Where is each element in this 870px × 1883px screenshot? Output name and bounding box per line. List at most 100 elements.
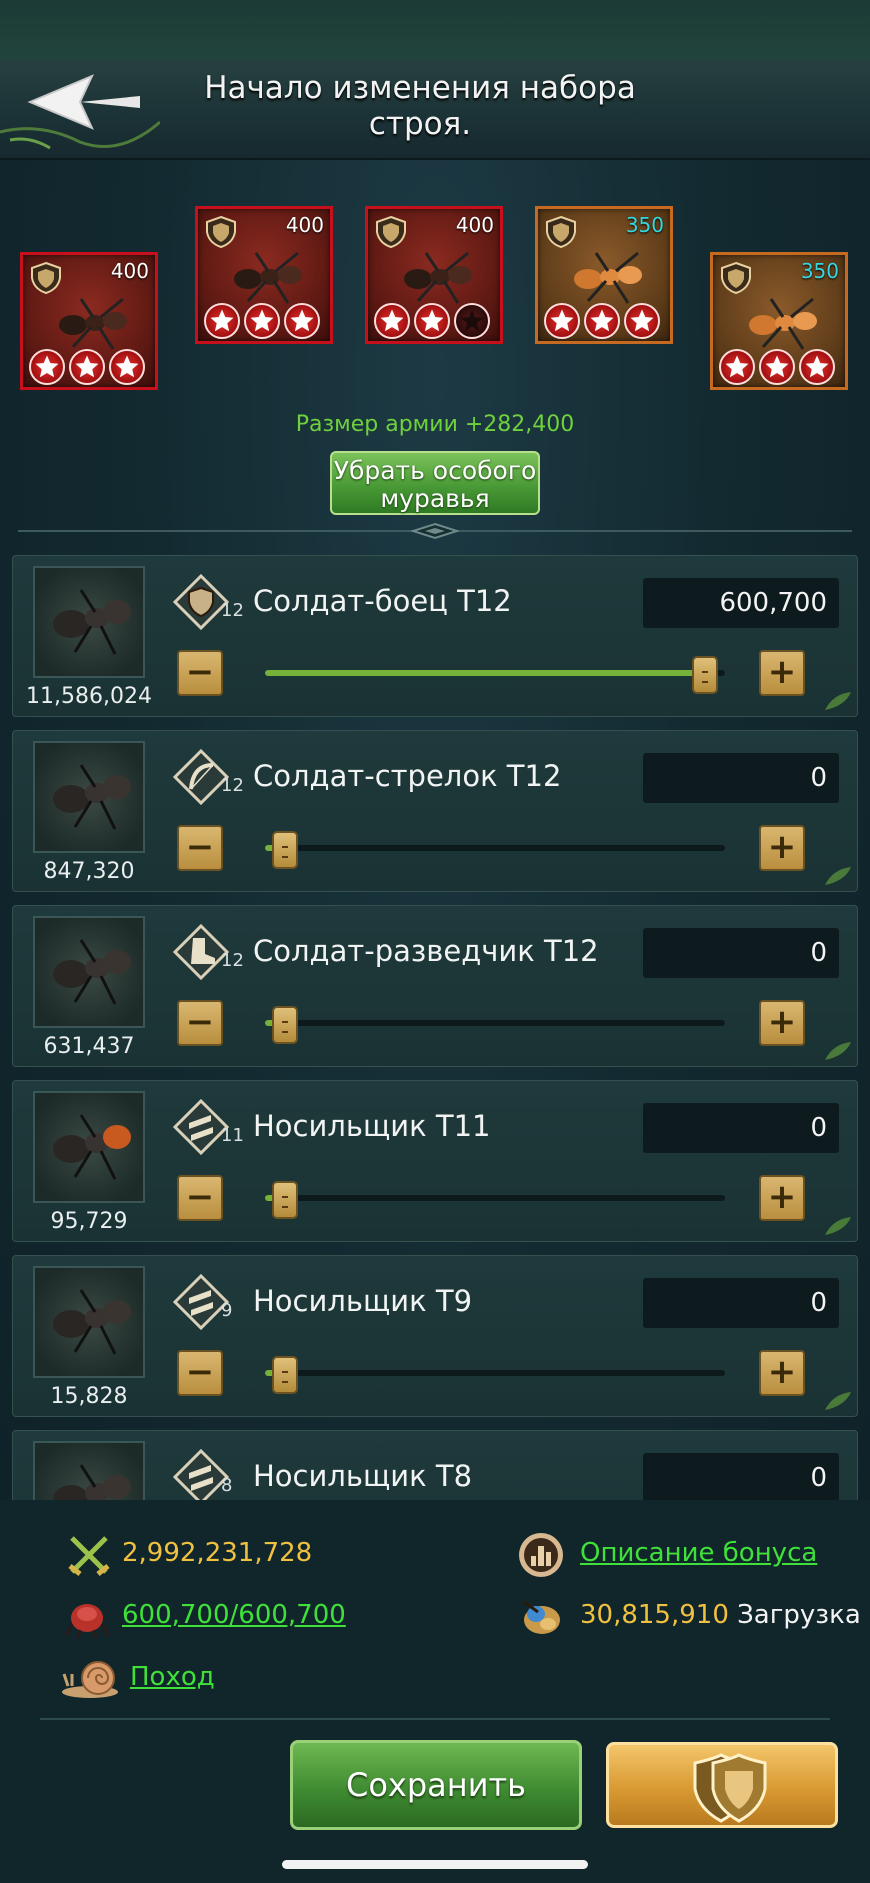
ant-troops-icon xyxy=(64,1604,110,1639)
troop-row: 15,828 9 Носильщик T9 0 − + xyxy=(12,1255,858,1417)
ant-troop-icon xyxy=(53,589,131,655)
troop-amount-input[interactable]: 600,700 xyxy=(643,578,839,628)
special-ant-card[interactable]: 350 xyxy=(535,206,673,344)
troop-available-count: 11,586,024 xyxy=(26,684,152,709)
troop-tier: 12 xyxy=(221,775,244,796)
star-rating xyxy=(204,303,320,339)
star-rating xyxy=(544,303,660,339)
troop-row: 11,586,024 12 Солдат-боец T12 600,700 − + xyxy=(12,555,858,717)
star-icon xyxy=(69,349,105,385)
leaf-decoration-icon xyxy=(825,692,851,710)
troop-tier: 8 xyxy=(221,1475,233,1496)
troop-amount-input[interactable]: 0 xyxy=(643,928,839,978)
star-rating xyxy=(29,349,145,385)
star-icon xyxy=(414,303,450,339)
amount-slider-track[interactable] xyxy=(265,1195,725,1201)
ant-level: 350 xyxy=(625,213,664,237)
troop-amount-input[interactable]: 0 xyxy=(643,753,839,803)
shield-badge-icon xyxy=(31,261,61,295)
special-ant-card[interactable]: 400 xyxy=(365,206,503,344)
slider-handle[interactable] xyxy=(692,656,718,694)
page-title: Начало изменения набора строя. xyxy=(204,70,636,142)
formation-shield-button[interactable] xyxy=(606,1742,838,1828)
army-size-label: Размер армии +282,400 xyxy=(295,412,575,437)
star-icon xyxy=(244,303,280,339)
troop-available-count: 631,437 xyxy=(43,1034,135,1059)
decrease-button[interactable]: − xyxy=(177,1000,223,1046)
slider-handle[interactable] xyxy=(272,1181,298,1219)
load-icon xyxy=(523,1600,560,1634)
increase-button[interactable]: + xyxy=(759,1175,805,1221)
special-ant-card[interactable]: 400 xyxy=(20,252,158,390)
load-value: 30,815,910 Загрузка xyxy=(580,1600,861,1630)
troop-row: 631,437 12 Солдат-разведчик T12 0 − + xyxy=(12,905,858,1067)
decrease-button[interactable]: − xyxy=(177,1350,223,1396)
troop-available-count: 847,320 xyxy=(43,859,135,884)
star-icon xyxy=(374,303,410,339)
troop-name: Солдат-стрелок T12 xyxy=(253,759,562,793)
ant-portrait-icon xyxy=(404,251,472,304)
troop-tier: 11 xyxy=(221,1125,244,1146)
troop-name: Носильщик T8 xyxy=(253,1459,473,1493)
slider-handle[interactable] xyxy=(272,1006,298,1044)
star-icon xyxy=(544,303,580,339)
troop-portrait xyxy=(33,1266,145,1378)
crossed-swords-icon xyxy=(68,1536,110,1576)
increase-button[interactable]: + xyxy=(759,650,805,696)
ant-level: 400 xyxy=(285,213,324,237)
troop-tier: 12 xyxy=(221,950,244,971)
decrease-button[interactable]: − xyxy=(177,1175,223,1221)
star-icon xyxy=(759,349,795,385)
amount-slider-track[interactable] xyxy=(265,670,725,676)
troop-tier: 9 xyxy=(221,1300,233,1321)
bar-chart-icon xyxy=(519,1533,563,1577)
star-icon xyxy=(284,303,320,339)
decrease-button[interactable]: − xyxy=(177,825,223,871)
special-ant-card[interactable]: 350 xyxy=(710,252,848,390)
troop-amount-input[interactable]: 0 xyxy=(643,1103,839,1153)
increase-button[interactable]: + xyxy=(759,825,805,871)
troop-row: 847,320 12 Солдат-стрелок T12 0 − + xyxy=(12,730,858,892)
remove-special-ant-button[interactable]: Убрать особого муравья xyxy=(330,451,540,515)
power-value: 2,992,231,728 xyxy=(122,1538,313,1568)
back-button[interactable] xyxy=(0,62,161,158)
special-ant-card[interactable]: 400 xyxy=(195,206,333,344)
troop-amount-input[interactable]: 0 xyxy=(643,1453,839,1503)
load-label: Загрузка xyxy=(737,1600,861,1630)
slider-handle[interactable] xyxy=(272,1356,298,1394)
troop-portrait xyxy=(33,1091,145,1203)
ant-troop-icon xyxy=(53,1289,131,1355)
star-rating xyxy=(719,349,835,385)
bonus-description-link[interactable]: Описание бонуса xyxy=(580,1538,817,1568)
ant-troop-icon xyxy=(53,764,131,830)
march-link[interactable]: Поход xyxy=(130,1662,215,1692)
troop-amount-input[interactable]: 0 xyxy=(643,1278,839,1328)
star-icon xyxy=(584,303,620,339)
decrease-button[interactable]: − xyxy=(177,650,223,696)
increase-button[interactable]: + xyxy=(759,1350,805,1396)
troop-row: 95,729 11 Носильщик T11 0 − + xyxy=(12,1080,858,1242)
load-number: 30,815,910 xyxy=(580,1600,729,1630)
amount-slider-track[interactable] xyxy=(265,1370,725,1376)
troop-available-count: 15,828 xyxy=(50,1384,128,1409)
snail-icon xyxy=(62,1661,118,1698)
troop-portrait xyxy=(33,566,145,678)
troops-capacity-link[interactable]: 600,700/600,700 xyxy=(122,1600,346,1630)
ant-portrait-icon xyxy=(749,297,817,350)
ant-troop-icon xyxy=(53,939,131,1005)
amount-slider-track[interactable] xyxy=(265,1020,725,1026)
leaf-decoration-icon xyxy=(825,1042,851,1060)
ant-troop-icon xyxy=(53,1114,131,1180)
star-icon xyxy=(204,303,240,339)
star-icon xyxy=(624,303,660,339)
slider-handle[interactable] xyxy=(272,831,298,869)
save-button[interactable]: Сохранить xyxy=(290,1740,582,1830)
ant-portrait-icon xyxy=(234,251,302,304)
divider-ornament-icon xyxy=(411,522,459,540)
star-icon xyxy=(29,349,65,385)
shield-badge-icon xyxy=(206,215,236,249)
increase-button[interactable]: + xyxy=(759,1000,805,1046)
amount-slider-track[interactable] xyxy=(265,845,725,851)
double-shield-icon xyxy=(693,1753,767,1823)
leaf-decoration-icon xyxy=(825,1392,851,1410)
